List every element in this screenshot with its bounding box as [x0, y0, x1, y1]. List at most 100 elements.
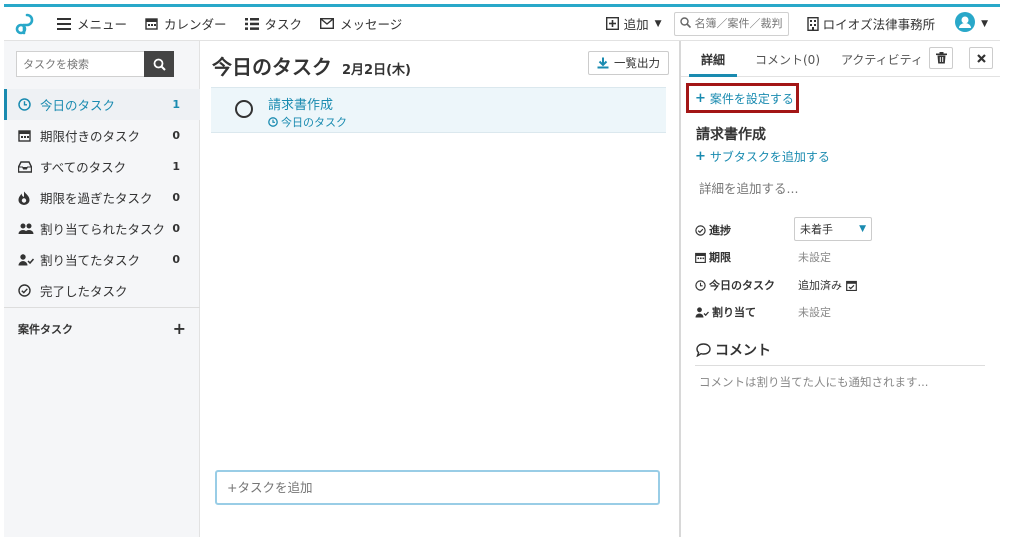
sidebar-item-count: 0	[172, 253, 180, 266]
avatar-icon	[955, 12, 976, 35]
office-name: ロイオズ法律事務所	[822, 17, 936, 32]
clock-icon	[18, 98, 40, 111]
sidebar-item-count: 0	[172, 222, 180, 235]
top-bar: メニュー カレンダー タスク メッセージ 追加 ▼ 名簿／案件／裁判 ロイオズ法…	[4, 7, 1000, 41]
download-icon	[597, 57, 609, 69]
global-search-input[interactable]	[694, 17, 785, 30]
deadline-value[interactable]: 未設定	[798, 249, 831, 265]
export-button[interactable]: 一覧出力	[588, 51, 669, 75]
progress-label: 進捗	[695, 222, 731, 238]
trash-icon	[935, 52, 947, 64]
main-pane: 今日のタスク 2月2日(木) 一覧出力 請求書作成 今日のタスク	[200, 41, 679, 537]
top-right-group: 追加 ▼ ロイオズ法律事務所 ▼	[598, 7, 1000, 41]
chevron-down-icon: ▼	[654, 18, 662, 29]
sidebar-item-label: 期限付きのタスク	[40, 129, 141, 144]
add-dropdown[interactable]: 追加 ▼	[598, 14, 670, 33]
calendar-icon	[18, 129, 40, 142]
progress-select[interactable]: 未着手 ▼	[794, 217, 872, 241]
clock-icon	[268, 117, 278, 127]
check-circle-icon	[18, 284, 40, 297]
export-label: 一覧出力	[614, 56, 660, 70]
add-subtask-button[interactable]: + サブタスクを追加する	[695, 148, 830, 165]
add-label: 追加	[623, 17, 649, 32]
caret-down-icon: ▼	[859, 224, 866, 234]
case-tasks-label: 案件タスク	[18, 322, 73, 336]
sidebar-list: 今日のタスク 1 期限付きのタスク 0 すべてのタスク 1 期限を過ぎたタスク …	[4, 89, 200, 306]
table-row[interactable]: 請求書作成 今日のタスク	[211, 87, 666, 133]
sidebar-item-completed[interactable]: 完了したタスク	[4, 275, 200, 306]
progress-value: 未着手	[800, 223, 833, 236]
sidebar-item-deadline[interactable]: 期限付きのタスク 0	[4, 120, 200, 151]
nav-calendar-label: カレンダー	[164, 17, 227, 32]
tab-activity[interactable]: アクティビティ	[841, 51, 923, 68]
clock-icon	[695, 279, 706, 291]
check-circle-icon	[695, 224, 706, 236]
fire-icon	[18, 191, 40, 205]
add-detail-field[interactable]: 詳細を追加する...	[699, 178, 798, 197]
sidebar-divider	[4, 307, 200, 308]
envelope-icon	[320, 18, 335, 29]
task-search	[16, 51, 174, 77]
progress-label-text: 進捗	[709, 224, 731, 237]
nav-task[interactable]: タスク	[236, 7, 312, 41]
today-task-label: 今日のタスク	[695, 277, 775, 293]
list-icon	[244, 17, 259, 30]
nav-task-label: タスク	[264, 17, 303, 32]
task-search-input[interactable]	[16, 51, 144, 77]
app-logo[interactable]	[4, 7, 48, 41]
task-name: 請求書作成	[268, 98, 334, 113]
search-icon	[679, 16, 691, 31]
office-selector[interactable]: ロイオズ法律事務所	[797, 14, 946, 33]
active-tab-indicator	[689, 74, 737, 77]
app-window: メニュー カレンダー タスク メッセージ 追加 ▼ 名簿／案件／裁判 ロイオズ法…	[4, 4, 1000, 537]
task-search-button[interactable]	[144, 51, 174, 77]
user-menu[interactable]: ▼	[945, 12, 1000, 35]
deadline-label: 期限	[695, 249, 731, 265]
set-case-button[interactable]: + 案件を設定する	[686, 83, 799, 113]
nav-message-label: メッセージ	[340, 17, 403, 32]
sidebar-item-today[interactable]: 今日のタスク 1	[4, 89, 200, 120]
delete-button[interactable]	[929, 47, 953, 69]
task-complete-checkbox[interactable]	[235, 100, 253, 118]
global-search[interactable]	[673, 11, 789, 36]
chevron-down-icon: ▼	[981, 18, 988, 29]
task-sub-text: 今日のタスク	[281, 116, 347, 129]
logo-icon	[15, 13, 34, 34]
sidebar-item-all[interactable]: すべてのタスク 1	[4, 151, 200, 182]
search-icon	[153, 58, 166, 71]
detail-panel: 詳細 コメント(0) アクティビティ + 案件を設定する 請求書作成 + サブタ…	[679, 41, 1000, 537]
detail-task-title[interactable]: 請求書作成	[696, 124, 766, 144]
tab-details[interactable]: 詳細	[701, 51, 725, 68]
add-case-task-icon[interactable]: +	[173, 319, 186, 338]
sidebar-item-label: すべてのタスク	[40, 160, 127, 175]
plus-square-icon	[605, 17, 619, 30]
close-button[interactable]	[969, 47, 993, 69]
assign-value[interactable]: 未設定	[798, 304, 831, 320]
nav-menu-label: メニュー	[77, 17, 128, 32]
comment-title-text: コメント	[715, 343, 771, 359]
assign-label-text: 割り当て	[712, 306, 756, 319]
nav-message[interactable]: メッセージ	[311, 7, 411, 41]
sidebar-item-assigned-by-me[interactable]: 割り当てたタスク 0	[4, 244, 200, 275]
sidebar-item-count: 1	[172, 160, 180, 173]
sidebar-item-assigned-to-me[interactable]: 割り当てられたタスク 0	[4, 213, 200, 244]
today-task-value[interactable]: 追加済み	[798, 277, 857, 293]
assign-label: 割り当て	[695, 304, 756, 320]
building-icon	[806, 16, 819, 31]
nav-calendar[interactable]: カレンダー	[136, 7, 236, 41]
user-check-icon	[18, 253, 40, 266]
sidebar-item-count: 0	[172, 129, 180, 142]
set-case-label: 案件を設定する	[709, 91, 794, 106]
tab-comments[interactable]: コメント(0)	[755, 51, 820, 68]
close-icon	[976, 53, 986, 63]
sidebar-item-count: 0	[172, 191, 180, 204]
add-task-input[interactable]	[215, 470, 660, 505]
page-date: 2月2日(木)	[342, 63, 411, 78]
add-subtask-label: サブタスクを追加する	[709, 150, 830, 164]
nav-menu[interactable]: メニュー	[48, 7, 136, 41]
today-task-value-text: 追加済み	[798, 279, 842, 292]
sidebar-item-label: 期限を過ぎたタスク	[40, 191, 153, 206]
comment-input[interactable]: コメントは割り当てた人にも通知されます...	[699, 374, 928, 390]
sidebar-item-overdue[interactable]: 期限を過ぎたタスク 0	[4, 182, 200, 213]
hamburger-icon	[57, 17, 71, 30]
